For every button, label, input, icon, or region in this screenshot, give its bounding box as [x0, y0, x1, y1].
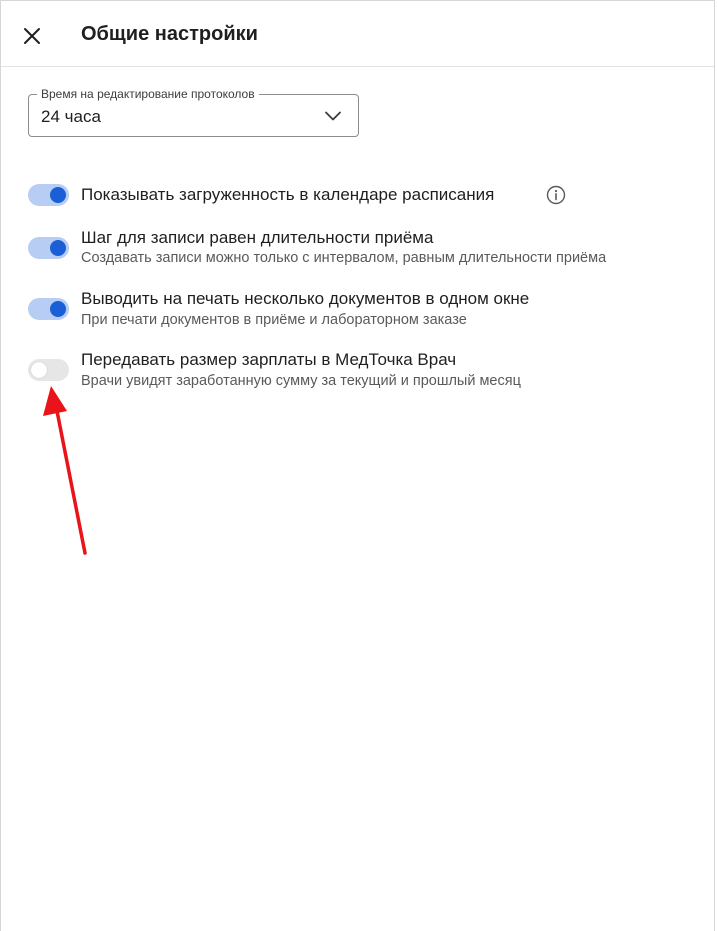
toggle-transfer-salary[interactable]	[28, 359, 69, 381]
red-arrow-annotation	[43, 386, 87, 555]
toggle-print-multiple-docs[interactable]	[28, 298, 69, 320]
close-button[interactable]	[15, 19, 49, 53]
close-icon	[24, 28, 40, 44]
settings-panel: Общие настройки Время на редактирование …	[0, 0, 715, 931]
toggle-show-calendar-load[interactable]	[28, 184, 69, 206]
toggle-knob	[50, 187, 66, 203]
toggle-slot-step-equals-duration[interactable]	[28, 237, 69, 259]
protocol-edit-time-label: Время на редактирование протоколов	[37, 87, 259, 101]
setting-title: Выводить на печать несколько документов …	[81, 289, 530, 308]
panel-header: Общие настройки	[1, 1, 714, 67]
info-icon[interactable]	[546, 185, 566, 205]
protocol-edit-time-select[interactable]: Время на редактирование протоколов 24 ча…	[28, 87, 359, 137]
setting-title: Передавать размер зарплаты в МедТочка Вр…	[81, 350, 457, 369]
page-title: Общие настройки	[81, 23, 258, 45]
toggle-knob	[31, 362, 47, 378]
toggle-knob	[50, 301, 66, 317]
setting-subtitle: Создавать записи можно только с интервал…	[81, 250, 607, 266]
setting-subtitle: Врачи увидят заработанную сумму за текущ…	[81, 373, 521, 389]
setting-title: Показывать загруженность в календаре рас…	[81, 185, 495, 204]
chevron-down-icon	[325, 111, 341, 121]
setting-subtitle: При печати документов в приёме и лаборат…	[81, 312, 467, 328]
toggle-knob	[50, 240, 66, 256]
setting-title: Шаг для записи равен длительности приёма	[81, 228, 434, 247]
protocol-edit-time-value: 24 часа	[41, 107, 101, 126]
